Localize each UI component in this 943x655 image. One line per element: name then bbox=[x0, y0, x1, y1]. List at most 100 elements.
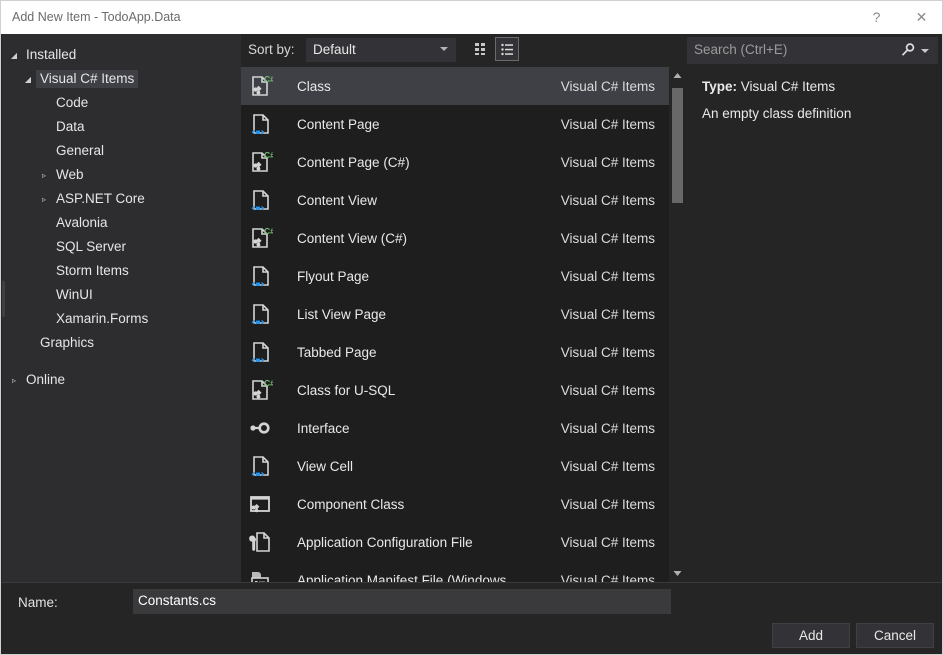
template-list-item[interactable]: C# Content Page (C#) Visual C# Items bbox=[241, 143, 669, 181]
add-new-item-dialog: Add New Item - TodoApp.Data ? ✕ ◢ Install… bbox=[0, 0, 943, 655]
template-icon: C# bbox=[241, 67, 279, 105]
sidebar-item-data[interactable]: Data bbox=[2, 115, 241, 139]
template-name: Content Page (C#) bbox=[297, 154, 410, 170]
list-view-icon bbox=[500, 43, 513, 55]
tiles-view-icon bbox=[474, 42, 485, 55]
template-list-item[interactable]: Application Manifest File (Windows Visual… bbox=[241, 561, 669, 582]
search-placeholder: Search (Ctrl+E) bbox=[694, 42, 788, 57]
sidebar-item-sql-server[interactable]: SQL Server bbox=[2, 235, 241, 259]
sidebar-item-code[interactable]: Code bbox=[2, 91, 241, 115]
sidebar-item-winui[interactable]: WinUI bbox=[2, 283, 241, 307]
sidebar-item-web[interactable]: ▹ Web bbox=[2, 163, 241, 187]
add-button[interactable]: Add bbox=[772, 623, 850, 648]
template-icon bbox=[241, 447, 279, 485]
sidebar-item-graphics[interactable]: Graphics bbox=[2, 331, 241, 355]
template-list-item[interactable]: Component Class Visual C# Items bbox=[241, 485, 669, 523]
scroll-up-button[interactable] bbox=[669, 67, 686, 84]
sidebar-item-label: Avalonia bbox=[56, 215, 108, 230]
sidebar-item-visual-c-items[interactable]: ◢ Visual C# Items bbox=[2, 67, 241, 91]
close-button[interactable]: ✕ bbox=[899, 1, 942, 33]
template-icon bbox=[241, 485, 279, 523]
template-list-item[interactable]: Tabbed Page Visual C# Items bbox=[241, 333, 669, 371]
template-name: Application Configuration File bbox=[297, 534, 473, 550]
triangle-right-icon[interactable]: ▹ bbox=[36, 195, 52, 204]
sidebar-item-label: Web bbox=[56, 167, 84, 182]
csharp-class-icon: C# bbox=[252, 74, 273, 96]
xaml-page-icon bbox=[251, 266, 269, 287]
template-category: Visual C# Items bbox=[560, 420, 655, 436]
template-list-item[interactable]: Flyout Page Visual C# Items bbox=[241, 257, 669, 295]
template-icon bbox=[241, 333, 279, 371]
sidebar-item-label: WinUI bbox=[56, 287, 93, 302]
installed-tree-panel[interactable]: ◢ Installed ◢ Visual C# Items Code Data Genera… bbox=[2, 34, 241, 582]
csharp-class-icon: C# bbox=[252, 378, 273, 400]
details-type-label: Type: bbox=[702, 79, 738, 94]
template-name: Flyout Page bbox=[297, 268, 370, 284]
list-view-button[interactable] bbox=[495, 37, 519, 61]
triangle-right-icon[interactable]: ▹ bbox=[36, 171, 52, 180]
svg-text:C#: C# bbox=[264, 150, 273, 160]
sidebar-item-label: Xamarin.Forms bbox=[56, 311, 149, 326]
template-list-item[interactable]: C# Class for U-SQL Visual C# Items bbox=[241, 371, 669, 409]
template-category: Visual C# Items bbox=[560, 116, 655, 132]
template-icon bbox=[241, 409, 279, 447]
sidebar-item-label: Graphics bbox=[40, 335, 95, 350]
scrollbar-thumb[interactable] bbox=[672, 88, 683, 203]
template-category: Visual C# Items bbox=[560, 382, 655, 398]
template-name: Class for U-SQL bbox=[297, 382, 396, 398]
template-list-item[interactable]: View Cell Visual C# Items bbox=[241, 447, 669, 485]
triangle-down-icon[interactable]: ◢ bbox=[20, 75, 36, 84]
template-icon bbox=[241, 257, 279, 295]
sidebar-item-online[interactable]: ▹ Online bbox=[2, 368, 241, 392]
chevron-up-icon bbox=[673, 73, 682, 78]
sidebar-item-label: SQL Server bbox=[56, 239, 127, 254]
template-category: Visual C# Items bbox=[560, 572, 655, 583]
template-list-item[interactable]: C# Content View (C#) Visual C# Items bbox=[241, 219, 669, 257]
search-options-chevron-icon[interactable] bbox=[921, 49, 929, 53]
name-field-value: Constants.cs bbox=[138, 593, 217, 608]
interface-icon bbox=[250, 422, 270, 434]
search-icon bbox=[901, 43, 915, 56]
xaml-page-icon bbox=[251, 456, 269, 477]
template-list[interactable]: C# Class Visual C# Items Content Page Visual… bbox=[241, 67, 686, 582]
template-list-item[interactable]: List View Page Visual C# Items bbox=[241, 295, 669, 333]
sidebar-item-storm-items[interactable]: Storm Items bbox=[2, 259, 241, 283]
triangle-right-icon[interactable]: ▹ bbox=[6, 376, 22, 385]
sort-by-dropdown[interactable]: Default bbox=[306, 38, 456, 62]
template-category: Visual C# Items bbox=[560, 78, 655, 94]
template-list-scrollbar[interactable] bbox=[669, 67, 686, 582]
template-list-item[interactable]: Application Configuration File Visual C# … bbox=[241, 523, 669, 561]
template-category: Visual C# Items bbox=[560, 192, 655, 208]
help-button[interactable]: ? bbox=[854, 1, 899, 33]
tiles-view-button[interactable] bbox=[469, 37, 493, 61]
sidebar-item-avalonia[interactable]: Avalonia bbox=[2, 211, 241, 235]
template-list-item[interactable]: C# Class Visual C# Items bbox=[241, 67, 669, 105]
details-type-row: Type: Visual C# Items bbox=[702, 79, 835, 94]
footer-bar: Name: Constants.cs Add Cancel bbox=[2, 582, 942, 654]
template-list-item[interactable]: Interface Visual C# Items bbox=[241, 409, 669, 447]
scroll-down-button[interactable] bbox=[669, 565, 686, 582]
cancel-button[interactable]: Cancel bbox=[856, 623, 934, 648]
tree-node-list: ◢ Installed ◢ Visual C# Items Code Data Genera… bbox=[2, 43, 241, 392]
svg-text:C#: C# bbox=[264, 378, 273, 388]
search-input[interactable]: Search (Ctrl+E) bbox=[687, 37, 938, 64]
sidebar-item-asp-net-core[interactable]: ▹ ASP.NET Core bbox=[2, 187, 241, 211]
sidebar-item-label: Online bbox=[26, 372, 66, 387]
sidebar-item-installed[interactable]: ◢ Installed bbox=[2, 43, 241, 67]
template-category: Visual C# Items bbox=[560, 230, 655, 246]
name-field[interactable]: Constants.cs bbox=[133, 589, 671, 614]
triangle-down-icon[interactable]: ◢ bbox=[6, 51, 22, 60]
template-list-item[interactable]: Content Page Visual C# Items bbox=[241, 105, 669, 143]
template-list-item[interactable]: Content View Visual C# Items bbox=[241, 181, 669, 219]
sidebar-item-label: Installed bbox=[26, 47, 77, 62]
template-name: Tabbed Page bbox=[297, 344, 377, 360]
manifest-file-icon bbox=[251, 572, 269, 582]
template-name: Content Page bbox=[297, 116, 380, 132]
sidebar-item-xamarin-forms[interactable]: Xamarin.Forms bbox=[2, 307, 241, 331]
details-description: An empty class definition bbox=[702, 106, 852, 121]
chevron-down-icon bbox=[440, 47, 448, 51]
svg-text:C#: C# bbox=[264, 74, 273, 84]
tree-scrollbar-nub[interactable] bbox=[2, 281, 5, 317]
sidebar-item-general[interactable]: General bbox=[2, 139, 241, 163]
title-bar: Add New Item - TodoApp.Data ? ✕ bbox=[1, 1, 942, 34]
